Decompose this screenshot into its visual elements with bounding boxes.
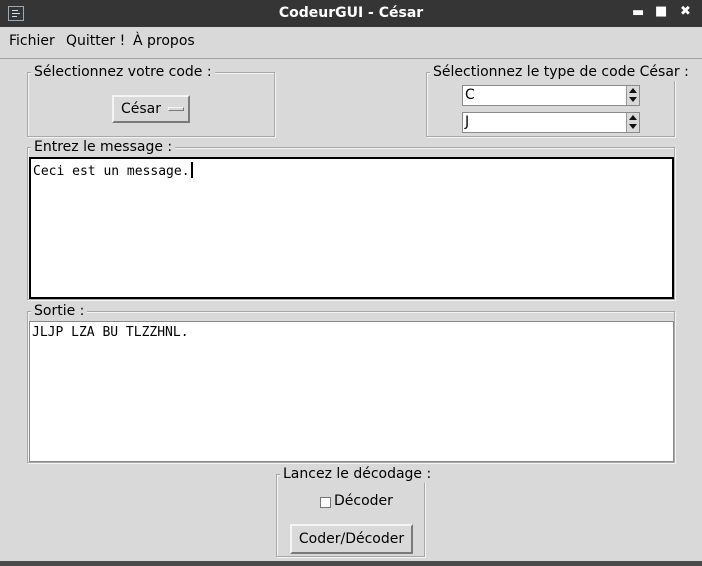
shift-from-spinbox[interactable]: C: [462, 85, 640, 106]
decode-checkbox-label[interactable]: Décoder: [334, 493, 393, 509]
message-input[interactable]: Ceci est un message.: [29, 157, 674, 299]
decode-group: Lancez le décodage : Décoder Coder/Décod…: [276, 465, 435, 557]
shift-to-value: J: [465, 114, 470, 130]
output-text-area[interactable]: JLJP LZA BU TLZZHNL.: [29, 321, 674, 462]
input-message-group: Entrez le message : Ceci est un message.: [27, 138, 675, 300]
decode-checkbox[interactable]: [320, 497, 331, 508]
maximize-icon[interactable]: ■: [655, 4, 667, 19]
shift-from-spin-buttons[interactable]: [626, 86, 639, 105]
menu-divider: [0, 58, 702, 59]
menu-quitter[interactable]: Quitter !: [66, 33, 125, 49]
close-icon[interactable]: ✖: [680, 4, 691, 19]
window-title: CodeurGUI - César: [278, 5, 424, 21]
cesar-type-group: Sélectionnez le type de code César : C J: [426, 63, 692, 137]
shift-to-spinbox[interactable]: J: [462, 112, 640, 133]
input-message-legend: Entrez le message :: [31, 138, 176, 156]
output-group: Sortie : JLJP LZA BU TLZZHNL.: [27, 302, 675, 463]
menu-fichier[interactable]: Fichier: [9, 33, 55, 49]
menu-a-propos[interactable]: À propos: [133, 33, 195, 49]
text-caret: [190, 162, 193, 178]
code-decode-button-label: Coder/Décoder: [298, 531, 405, 547]
title-bar[interactable]: CodeurGUI - César ▬ ■ ✖: [0, 0, 702, 27]
spin-down-icon[interactable]: [629, 124, 637, 129]
spin-down-icon[interactable]: [629, 97, 637, 102]
spin-up-icon[interactable]: [629, 88, 637, 93]
output-text: JLJP LZA BU TLZZHNL.: [32, 325, 189, 340]
menubutton-indicator-icon: [168, 107, 184, 111]
menu-bar: Fichier Quitter ! À propos: [0, 27, 702, 58]
output-legend: Sortie :: [31, 302, 88, 320]
spin-up-icon[interactable]: [629, 115, 637, 120]
minimize-icon[interactable]: ▬: [632, 5, 644, 20]
code-decode-button[interactable]: Coder/Décoder: [290, 524, 413, 554]
code-select-legend: Sélectionnez votre code :: [31, 63, 215, 81]
window-bottom-border: [0, 561, 702, 566]
cesar-type-legend: Sélectionnez le type de code César :: [430, 63, 692, 81]
message-input-text: Ceci est un message.: [33, 164, 190, 179]
decode-legend: Lancez le décodage :: [280, 465, 435, 483]
shift-to-spin-buttons[interactable]: [626, 113, 639, 132]
code-selected-label: César: [121, 101, 162, 117]
code-select-group: Sélectionnez votre code : César: [27, 63, 275, 137]
shift-from-value: C: [465, 87, 475, 103]
code-menubutton[interactable]: César: [112, 95, 190, 123]
